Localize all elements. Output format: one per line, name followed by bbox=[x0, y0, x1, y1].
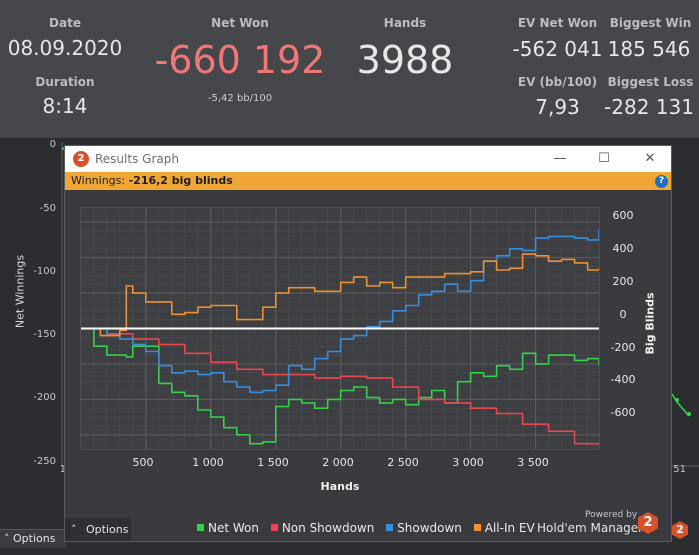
net-won-bb100: -5,42 bb/100 bbox=[207, 93, 273, 104]
x-axis-title: Hands bbox=[320, 480, 360, 493]
window-options-button[interactable]: ˄ Options bbox=[65, 518, 131, 541]
ev-bb100-label: EV (bb/100) bbox=[517, 75, 598, 89]
x-tick-2000: 2 000 bbox=[322, 456, 354, 469]
net-won-value: -660 192 bbox=[154, 38, 326, 82]
duration-label: Duration bbox=[35, 75, 95, 89]
y-tick-neg600: -600 bbox=[610, 406, 636, 419]
legend-non-showdown[interactable]: Non Showdown bbox=[270, 521, 375, 535]
biggest-loss-value: -282 131 bbox=[604, 95, 694, 119]
legend-label: All-In EV bbox=[484, 521, 535, 535]
legend-net-won[interactable]: Net Won bbox=[197, 521, 259, 535]
window-title: Results Graph bbox=[95, 152, 179, 166]
minimize-button[interactable]: — bbox=[549, 149, 571, 169]
ev-bb100-value: 7,93 bbox=[535, 95, 580, 119]
ev-net-won-value: -562 041 bbox=[512, 37, 603, 61]
hands-value: 3988 bbox=[356, 38, 454, 82]
y-tick-neg200: -200 bbox=[610, 341, 636, 354]
brand-label: Hold'em Manager bbox=[537, 521, 644, 535]
x-tick-500: 500 bbox=[132, 456, 154, 469]
legend-swatch bbox=[386, 524, 394, 531]
date-value: 08.09.2020 bbox=[7, 36, 123, 60]
help-icon[interactable]: ? bbox=[655, 175, 668, 188]
chevron-up-icon: ˄ bbox=[4, 532, 10, 545]
ev-net-won-label: EV Net Won bbox=[517, 16, 598, 30]
bg-y-tick-4: -200 bbox=[33, 392, 56, 403]
powered-by-label: Powered by bbox=[585, 510, 638, 520]
biggest-win-label: Biggest Win bbox=[609, 16, 692, 30]
stats-panel: Date 08.09.2020 Duration 8:14 Net Won -6… bbox=[0, 0, 699, 138]
x-tick-2500: 2 500 bbox=[387, 456, 419, 469]
x-tick-1000: 1 000 bbox=[192, 456, 224, 469]
x-tick-1500: 1 500 bbox=[257, 456, 289, 469]
bg-options-label: Options bbox=[13, 532, 56, 545]
legend-swatch bbox=[270, 524, 278, 531]
legend-all-in-ev[interactable]: All-In EV bbox=[473, 521, 535, 535]
winnings-label: Winnings: bbox=[71, 174, 126, 187]
bg-y-tick-3: -150 bbox=[33, 329, 56, 340]
y-tick-neg400: -400 bbox=[610, 373, 636, 386]
maximize-button[interactable]: ☐ bbox=[593, 149, 615, 169]
chart-legend: Net Won Non Showdown Showdown All-In EV bbox=[197, 521, 543, 535]
bg-y-tick-2: -100 bbox=[33, 266, 56, 277]
legend-showdown[interactable]: Showdown bbox=[386, 521, 462, 535]
biggest-win-value: 185 546 bbox=[607, 37, 691, 61]
bg-y-tick-0: 0 bbox=[49, 139, 56, 150]
bg-x-tick-left: 1 bbox=[59, 464, 66, 475]
y-tick-0: 0 bbox=[619, 308, 627, 321]
net-won-label: Net Won bbox=[211, 16, 269, 30]
chevron-up-icon: ˄ bbox=[71, 523, 77, 536]
duration-value: 8:14 bbox=[42, 94, 88, 118]
legend-swatch bbox=[197, 524, 204, 531]
plot-area bbox=[80, 207, 600, 450]
window-titlebar[interactable]: 2 Results Graph — ☐ ✕ bbox=[65, 146, 671, 172]
y-tick-400: 400 bbox=[612, 242, 634, 255]
legend-label: Non Showdown bbox=[281, 521, 375, 535]
winnings-value: -216,2 big blinds bbox=[128, 174, 233, 187]
y-tick-200: 200 bbox=[612, 275, 634, 288]
results-chart bbox=[80, 208, 600, 449]
date-label: Date bbox=[49, 16, 81, 30]
y-axis-title: Big Blinds bbox=[643, 292, 657, 355]
x-tick-3500: 3 500 bbox=[517, 456, 549, 469]
bg-y-tick-1: -50 bbox=[39, 203, 56, 214]
bg-options-button[interactable]: ˄ Options bbox=[0, 529, 66, 548]
biggest-loss-label: Biggest Loss bbox=[607, 75, 694, 89]
winnings-banner: Winnings: -216,2 big blinds bbox=[65, 172, 671, 190]
x-tick-3000: 3 000 bbox=[452, 456, 484, 469]
legend-swatch bbox=[473, 524, 481, 531]
app-logo-icon: 2 bbox=[73, 151, 89, 167]
window-options-label: Options bbox=[86, 523, 129, 536]
legend-label: Showdown bbox=[397, 521, 462, 535]
close-button[interactable]: ✕ bbox=[639, 149, 661, 169]
hands-label: Hands bbox=[383, 16, 427, 30]
legend-label: Net Won bbox=[208, 521, 259, 535]
y-tick-600: 600 bbox=[612, 209, 634, 222]
bg-y-axis-label: Net Winnings bbox=[13, 254, 27, 329]
